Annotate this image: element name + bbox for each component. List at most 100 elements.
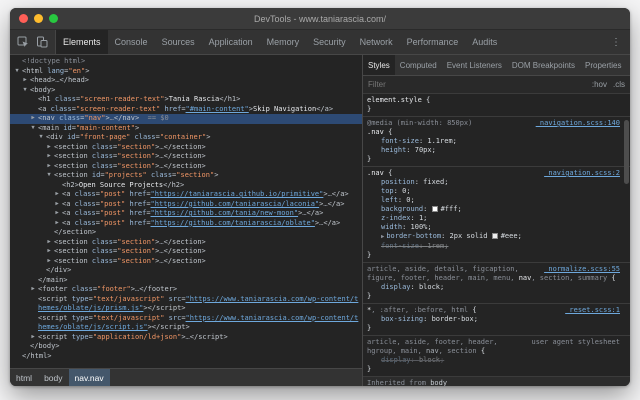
css-property[interactable]: display: block;	[367, 356, 620, 365]
css-property[interactable]: display: block;	[367, 283, 620, 292]
dom-node[interactable]: <script type="text/javascript" src="http…	[10, 314, 362, 333]
expand-arrow-icon[interactable]: ▶	[53, 209, 61, 219]
color-swatch[interactable]	[432, 206, 438, 212]
titlebar[interactable]: DevTools - www.taniarascia.com/	[10, 8, 630, 30]
dom-node[interactable]: </section>	[10, 228, 362, 238]
collapse-arrow-icon[interactable]: ▼	[13, 67, 21, 77]
stylesheet-source-link[interactable]: _reset.scss:1	[565, 306, 620, 315]
dom-node[interactable]: ▶<nav class="nav">…</nav> == $0	[10, 114, 362, 124]
rule-selector[interactable]: .nav {	[367, 128, 620, 137]
css-property[interactable]: box-sizing: border-box;	[367, 315, 620, 324]
css-property[interactable]: position: fixed;	[367, 178, 620, 187]
expand-arrow-icon[interactable]: ▶	[53, 219, 61, 229]
stylesheet-source-link[interactable]: _navigation.scss:2	[544, 169, 620, 178]
dom-node[interactable]: ▶<a class="post" href="https://github.co…	[10, 219, 362, 229]
dom-node[interactable]: ▶<section class="section">…</section>	[10, 238, 362, 248]
dom-node[interactable]: ▶<section class="section">…</section>	[10, 152, 362, 162]
color-swatch[interactable]	[492, 233, 498, 239]
dom-node[interactable]: ▼<body>	[10, 86, 362, 96]
sidebar-tab-event-listeners[interactable]: Event Listeners	[442, 55, 507, 75]
css-property[interactable]: font-size: 1.1rem;	[367, 137, 620, 146]
dom-node[interactable]: ▼<div id="front-page" class="container">	[10, 133, 362, 143]
dom-node[interactable]: ▼<section id="projects" class="section">	[10, 171, 362, 181]
expand-arrow-icon[interactable]: ▶	[45, 257, 53, 267]
css-property[interactable]: height: 70px;	[367, 146, 620, 155]
scrollbar-thumb[interactable]	[624, 120, 629, 184]
dom-node[interactable]: ▶<footer class="footer">…</footer>	[10, 285, 362, 295]
expand-arrow-icon[interactable]: ▶	[29, 114, 37, 124]
expand-arrow-icon[interactable]: ▶	[45, 152, 53, 162]
collapse-arrow-icon[interactable]: ▼	[29, 124, 37, 134]
breadcrumb-item[interactable]: body	[38, 369, 68, 386]
style-state-toggle[interactable]: .cls	[613, 80, 625, 89]
expand-shorthand-icon[interactable]: ▶	[381, 234, 384, 240]
dom-node[interactable]: ▶<section class="section">…</section>	[10, 247, 362, 257]
zoom-button[interactable]	[49, 14, 58, 23]
close-button[interactable]	[19, 14, 28, 23]
style-state-toggle[interactable]: :hov	[592, 80, 607, 89]
dom-node[interactable]: <h1 class="screen-reader-text">Tania Ras…	[10, 95, 362, 105]
styles-scrollbar[interactable]	[624, 96, 629, 384]
stylesheet-source-link[interactable]: _navigation.scss:140	[536, 119, 620, 128]
device-toolbar-icon[interactable]	[36, 36, 48, 48]
breadcrumb-item[interactable]: html	[10, 369, 38, 386]
expand-arrow-icon[interactable]: ▶	[53, 190, 61, 200]
dom-node[interactable]: ▼<html lang="en">	[10, 67, 362, 77]
dom-node[interactable]: ▶<a class="post" href="https://github.co…	[10, 209, 362, 219]
sidebar-tab-styles[interactable]: Styles	[363, 55, 395, 75]
collapse-arrow-icon[interactable]: ▼	[45, 171, 53, 181]
kebab-menu-icon[interactable]: ⋮	[602, 30, 630, 54]
sidebar-tab-computed[interactable]: Computed	[395, 55, 442, 75]
css-property[interactable]: background: #fff;	[367, 205, 620, 214]
dom-node[interactable]: <a class="screen-reader-text" href="#mai…	[10, 105, 362, 115]
expand-arrow-icon[interactable]: ▶	[45, 143, 53, 153]
dom-node[interactable]: ▶<head>…</head>	[10, 76, 362, 86]
tab-memory[interactable]: Memory	[260, 30, 307, 54]
tab-application[interactable]: Application	[202, 30, 260, 54]
dom-node[interactable]: ▶<script type="application/ld+json">…</s…	[10, 333, 362, 343]
expand-arrow-icon[interactable]: ▶	[29, 333, 37, 343]
expand-arrow-icon[interactable]: ▶	[21, 76, 29, 86]
tab-performance[interactable]: Performance	[400, 30, 466, 54]
dom-node[interactable]: </div>	[10, 266, 362, 276]
expand-arrow-icon[interactable]: ▶	[29, 285, 37, 295]
sidebar-tab-dom-breakpoints[interactable]: DOM Breakpoints	[507, 55, 580, 75]
dom-node[interactable]: </html>	[10, 352, 362, 362]
inspect-element-icon[interactable]	[17, 36, 29, 48]
stylesheet-source-link[interactable]: _normalize.scss:55	[544, 265, 620, 274]
dom-node[interactable]: ▼<main id="main-content">	[10, 124, 362, 134]
tab-security[interactable]: Security	[306, 30, 353, 54]
dom-node[interactable]: </main>	[10, 276, 362, 286]
expand-arrow-icon[interactable]: ▶	[53, 200, 61, 210]
dom-node[interactable]: ▶<a class="post" href="https://github.co…	[10, 200, 362, 210]
sidebar-tab-properties[interactable]: Properties	[580, 55, 626, 75]
expand-arrow-icon[interactable]: ▶	[45, 162, 53, 172]
dom-node[interactable]: ▶<section class="section">…</section>	[10, 162, 362, 172]
css-property[interactable]: width: 100%;	[367, 223, 620, 232]
dom-node[interactable]: <!doctype html>	[10, 57, 362, 67]
dom-node[interactable]: <script type="text/javascript" src="http…	[10, 295, 362, 314]
dom-node[interactable]: ▶<section class="section">…</section>	[10, 257, 362, 267]
dom-node[interactable]: ▶<a class="post" href="https://taniarasc…	[10, 190, 362, 200]
tab-sources[interactable]: Sources	[155, 30, 202, 54]
sidebar-tab-accessibility[interactable]: Accessibility	[626, 55, 630, 75]
css-property[interactable]: top: 0;	[367, 187, 620, 196]
css-property[interactable]: left: 0;	[367, 196, 620, 205]
tab-console[interactable]: Console	[108, 30, 155, 54]
collapse-arrow-icon[interactable]: ▼	[21, 86, 29, 96]
styles-filter-input[interactable]	[368, 80, 592, 89]
dom-node[interactable]: <h2>Open Source Projects</h2>	[10, 181, 362, 191]
minimize-button[interactable]	[34, 14, 43, 23]
dom-node[interactable]: </body>	[10, 342, 362, 352]
css-property[interactable]: font-size: 1rem;	[367, 242, 620, 251]
tab-elements[interactable]: Elements	[56, 30, 108, 54]
collapse-arrow-icon[interactable]: ▼	[37, 133, 45, 143]
tab-audits[interactable]: Audits	[465, 30, 504, 54]
tab-network[interactable]: Network	[353, 30, 400, 54]
css-property[interactable]: ▶border-bottom: 2px solid #eee;	[367, 232, 620, 242]
dom-node[interactable]: ▶<section class="section">…</section>	[10, 143, 362, 153]
breadcrumb-item[interactable]: nav.nav	[69, 369, 110, 386]
rule-selector[interactable]: element.style {	[367, 96, 620, 105]
inherited-target-link[interactable]: body	[430, 379, 447, 386]
expand-arrow-icon[interactable]: ▶	[45, 238, 53, 248]
